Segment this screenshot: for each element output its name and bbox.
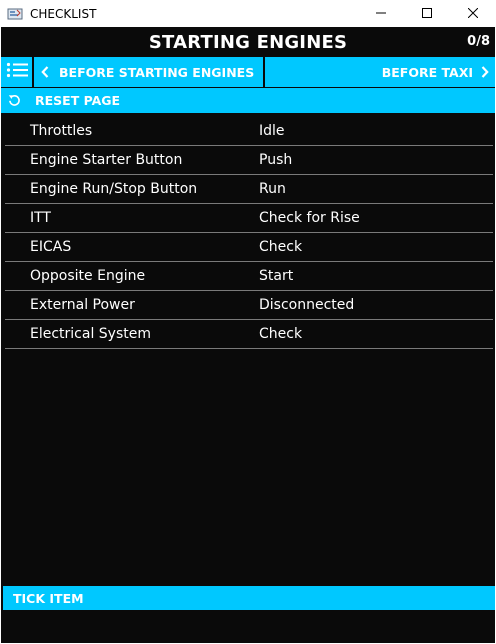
next-page-label: BEFORE TAXI bbox=[381, 64, 473, 80]
list-icon bbox=[6, 62, 28, 83]
next-page-button[interactable]: BEFORE TAXI bbox=[265, 57, 495, 87]
item-name: Engine Starter Button bbox=[30, 152, 183, 168]
close-button[interactable] bbox=[450, 0, 496, 27]
maximize-button[interactable] bbox=[404, 0, 450, 27]
checklist-menu-button[interactable] bbox=[1, 57, 32, 87]
checklist-app: STARTING ENGINES 0/8 BEFORE STARTING ENG… bbox=[1, 27, 495, 643]
checklist-item[interactable]: Throttles Idle bbox=[5, 117, 493, 146]
reset-page-label: RESET PAGE bbox=[35, 93, 121, 108]
refresh-icon bbox=[8, 94, 21, 107]
item-name: Throttles bbox=[30, 123, 93, 139]
checklist-item[interactable]: Engine Starter Button Push bbox=[5, 146, 493, 175]
item-name: Opposite Engine bbox=[30, 268, 146, 284]
item-action: Disconnected bbox=[259, 297, 355, 313]
item-name: External Power bbox=[30, 297, 135, 313]
window-title: CHECKLIST bbox=[30, 6, 97, 21]
page-progress-counter: 0/8 bbox=[467, 34, 490, 49]
item-name: ITT bbox=[30, 210, 51, 226]
window-titlebar: CHECKLIST bbox=[0, 0, 496, 27]
checklist-item[interactable]: Engine Run/Stop Button Run bbox=[5, 175, 493, 204]
item-name: Engine Run/Stop Button bbox=[30, 181, 198, 197]
previous-page-button[interactable]: BEFORE STARTING ENGINES bbox=[34, 57, 263, 87]
checklist-app-icon bbox=[7, 7, 23, 21]
previous-page-label: BEFORE STARTING ENGINES bbox=[59, 64, 255, 80]
page-navigation: BEFORE STARTING ENGINES BEFORE TAXI bbox=[1, 57, 495, 87]
tick-item-label: TICK ITEM bbox=[13, 590, 84, 606]
item-action: Check bbox=[259, 326, 303, 342]
checklist-item[interactable]: Electrical System Check bbox=[5, 320, 493, 349]
minimize-button[interactable] bbox=[358, 0, 404, 27]
minimize-icon bbox=[376, 5, 386, 23]
window-controls bbox=[358, 0, 496, 27]
maximize-icon bbox=[422, 5, 432, 23]
page-header: STARTING ENGINES 0/8 bbox=[1, 27, 495, 57]
chevron-right-icon bbox=[481, 66, 489, 78]
close-icon bbox=[467, 5, 479, 23]
item-name: Electrical System bbox=[30, 326, 152, 342]
checklist-item[interactable]: Opposite Engine Start bbox=[5, 262, 493, 291]
item-name: EICAS bbox=[30, 239, 72, 255]
item-action: Idle bbox=[259, 123, 285, 139]
checklist-item[interactable]: EICAS Check bbox=[5, 233, 493, 262]
item-action: Start bbox=[259, 268, 294, 284]
item-action: Check bbox=[259, 239, 303, 255]
checklist-item[interactable]: ITT Check for Rise bbox=[5, 204, 493, 233]
chevron-left-icon bbox=[41, 66, 49, 78]
item-action: Push bbox=[259, 152, 293, 168]
item-action: Run bbox=[259, 181, 286, 197]
reset-page-button[interactable]: RESET PAGE bbox=[1, 88, 495, 113]
checklist-items: Throttles Idle Engine Starter Button Pus… bbox=[5, 117, 493, 349]
item-action: Check for Rise bbox=[259, 210, 360, 226]
checklist-item[interactable]: External Power Disconnected bbox=[5, 291, 493, 320]
page-title: STARTING ENGINES bbox=[148, 31, 348, 53]
tick-item-button[interactable]: TICK ITEM bbox=[3, 586, 495, 610]
